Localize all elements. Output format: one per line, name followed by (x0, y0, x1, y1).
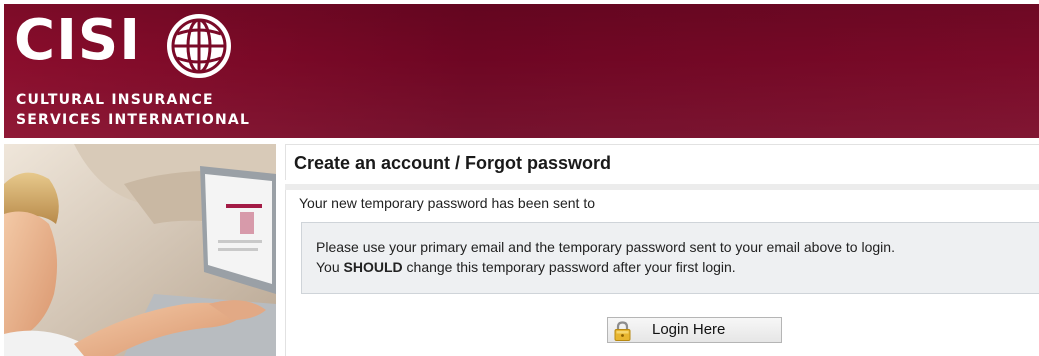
login-here-label: Login Here (652, 321, 726, 338)
globe-icon (167, 14, 231, 78)
lock-icon (614, 321, 631, 341)
login-here-button[interactable]: Login Here (607, 317, 782, 343)
panel-body: Your new temporary password has been sen… (285, 190, 1039, 356)
account-panel: Create an account / Forgot password Your… (285, 144, 1039, 356)
tagline-line-2: SERVICES INTERNATIONAL (16, 112, 251, 128)
info-line-2-suffix: change this temporary password after you… (402, 259, 736, 275)
person-with-laptop-image (4, 144, 276, 356)
info-line-2-emphasis: SHOULD (343, 259, 403, 275)
info-message-box: Please use your primary email and the te… (301, 222, 1039, 294)
panel-header: Create an account / Forgot password (285, 144, 1039, 180)
info-line-2-prefix: You (316, 259, 344, 275)
tagline-line-1: CULTURAL INSURANCE (16, 92, 214, 108)
site-header: CISI CULTURAL INSURANCE SERVICES INTERNA… (4, 4, 1039, 138)
info-text-line-1: Please use your primary email and the te… (316, 239, 895, 255)
info-text-line-2: You SHOULD change this temporary passwor… (316, 259, 736, 275)
hero-photo (4, 144, 276, 356)
logo-wordmark[interactable]: CISI (14, 8, 141, 74)
page-title: Create an account / Forgot password (294, 153, 612, 173)
password-sent-notice: Your new temporary password has been sen… (299, 195, 595, 211)
